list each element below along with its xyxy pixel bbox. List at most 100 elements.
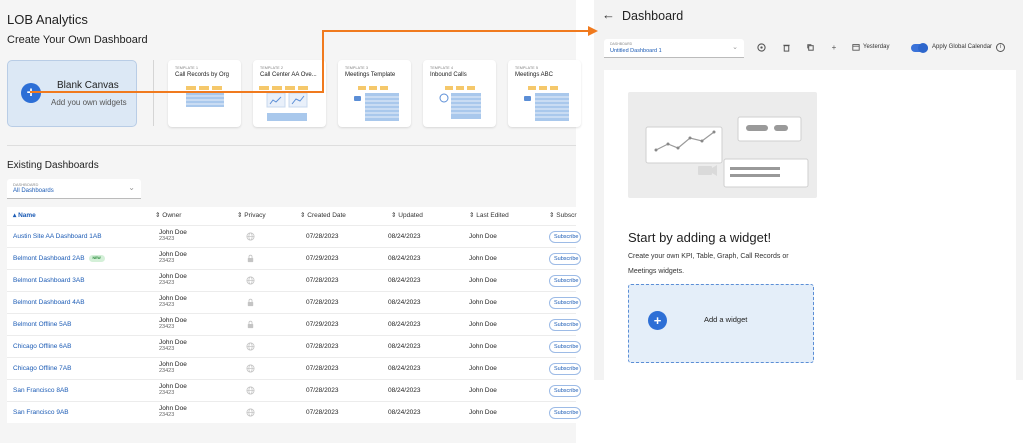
template-card[interactable]: TEMPLATE 3 Meetings Template (338, 60, 411, 127)
dashboard-select[interactable]: DASHBOARD Untitled Dashboard 1 ⌄ (604, 39, 744, 58)
help-icon[interactable]: i (996, 43, 1005, 52)
plus-icon: + (648, 311, 667, 330)
column-header[interactable]: ⇕ Updated (391, 207, 423, 225)
template-kicker: TEMPLATE 3 (345, 66, 369, 70)
template-card[interactable]: TEMPLATE 5 Meetings ABC (508, 60, 581, 127)
dashboard-name-link[interactable]: Chicago Offline 6AB (13, 336, 71, 358)
global-calendar-toggle[interactable] (911, 43, 928, 53)
dashboards-table: ▴ Name ⇕ Owner ⇕ Privacy ⇕ Created Date ⇕ Up… (7, 207, 581, 424)
palette-icon[interactable] (756, 43, 766, 53)
template-thumbnail (168, 84, 241, 127)
dashboard-name: Belmont Dashboard 2AB (13, 255, 85, 262)
globe-icon (246, 386, 255, 395)
table-row[interactable]: Belmont Offline 5AB John Doe 23423 07/29/20… (7, 313, 581, 336)
dashboard-name-link[interactable]: Belmont Dashboard 3AB (13, 270, 85, 292)
dashboard-name-link[interactable]: San Francisco 9AB (13, 402, 69, 424)
column-header[interactable]: ⇕ Privacy (237, 207, 266, 225)
owner-cell: John Doe 23423 (159, 380, 187, 402)
table-row[interactable]: Belmont Dashboard 3AB John Doe 23423 07/28/… (7, 269, 581, 292)
created-date: 07/28/2023 (306, 387, 339, 394)
last-edited-by: John Doe (469, 299, 497, 306)
owner-name: John Doe (159, 317, 187, 324)
dashboard-editor-panel: ← Dashboard DASHBOARD Untitled Dashboard… (594, 0, 1023, 380)
subscribe-button[interactable]: Subscribe (549, 385, 581, 397)
copy-icon[interactable] (805, 43, 815, 53)
subscribe-button[interactable]: Subscribe (549, 407, 581, 419)
dashboard-name-link[interactable]: Belmont Dashboard 2AB NEW (13, 248, 105, 270)
column-header[interactable]: ⇕ Owner (155, 207, 181, 225)
trash-icon[interactable] (781, 43, 791, 53)
dashboard-name-link[interactable]: San Francisco 8AB (13, 380, 69, 402)
subscribe-button[interactable]: Subscribe (549, 319, 581, 331)
globe-icon (246, 364, 255, 373)
updated-date: 08/24/2023 (388, 233, 421, 240)
dashboard-name-link[interactable]: Belmont Offline 5AB (13, 314, 71, 336)
template-card[interactable]: TEMPLATE 2 Call Center AA Ove... (253, 60, 326, 127)
last-edited-by: John Doe (469, 233, 497, 240)
created-date: 07/28/2023 (306, 409, 339, 416)
column-header[interactable]: ⇕ Subscr (549, 207, 577, 225)
globe-icon (246, 232, 255, 241)
updated-date: 08/24/2023 (388, 255, 421, 262)
owner-id: 23423 (159, 236, 175, 242)
date-range-button[interactable]: Yesterday (863, 44, 889, 50)
updated-date: 08/24/2023 (388, 387, 421, 394)
last-edited-by: John Doe (469, 277, 497, 284)
blank-canvas-card[interactable]: + Blank Canvas Add you own widgets (7, 60, 137, 127)
dashboard-filter-select[interactable]: DASHBOARD All Dashboards ⌄ (7, 179, 141, 199)
dashboard-name: San Francisco 9AB (13, 409, 69, 416)
owner-cell: John Doe 23423 (159, 248, 187, 270)
owner-id: 23423 (159, 346, 175, 352)
subscribe-button[interactable]: Subscribe (549, 275, 581, 287)
template-name: Meetings Template (345, 72, 396, 78)
owner-id: 23423 (159, 280, 175, 286)
table-row[interactable]: Austin Site AA Dashboard 1AB John Doe 2342… (7, 225, 581, 248)
subscribe-button[interactable]: Subscribe (549, 363, 581, 375)
subscribe-button[interactable]: Subscribe (549, 341, 581, 353)
column-header-label: Name (18, 212, 36, 219)
table-row[interactable]: Belmont Dashboard 4AB John Doe 23423 07/28/… (7, 291, 581, 314)
table-row[interactable]: Belmont Dashboard 2AB NEW John Doe 23423 07/… (7, 247, 581, 270)
plus-icon: + (21, 83, 41, 103)
dashboard-name: Chicago Offline 6AB (13, 343, 72, 350)
owner-id: 23423 (159, 368, 175, 374)
owner-id: 23423 (159, 324, 175, 330)
owner-cell: John Doe 23423 (159, 336, 187, 358)
subscribe-button[interactable]: Subscribe (549, 231, 581, 243)
template-card[interactable]: TEMPLATE 4 Inbound Calls (423, 60, 496, 127)
plus-icon[interactable]: + (829, 43, 839, 53)
table-row[interactable]: Chicago Offline 6AB John Doe 23423 07/28/20… (7, 335, 581, 358)
template-name: Call Records by Org (175, 72, 230, 78)
chevron-down-icon: ⌄ (128, 183, 135, 192)
table-row[interactable]: San Francisco 9AB John Doe 23423 07/28/2023… (7, 401, 581, 424)
sort-icon: ⇕ (155, 212, 161, 219)
sort-icon: ⇕ (237, 212, 243, 219)
add-widget-card[interactable]: + Add a widget (628, 284, 814, 363)
dashboard-name: Belmont Dashboard 3AB (13, 277, 85, 284)
template-kicker: TEMPLATE 1 (175, 66, 199, 70)
column-header-label: Owner (162, 212, 182, 219)
dashboard-name-link[interactable]: Austin Site AA Dashboard 1AB (13, 226, 102, 248)
column-header[interactable]: ⇕ Last Edited (469, 207, 509, 225)
dashboard-name-link[interactable]: Belmont Dashboard 4AB (13, 292, 85, 314)
template-card[interactable]: TEMPLATE 1 Call Records by Org (168, 60, 241, 127)
sort-icon: ⇕ (549, 212, 555, 219)
app-title: LOB Analytics (7, 12, 88, 27)
dashboard-name: Belmont Offline 5AB (13, 321, 72, 328)
table-row[interactable]: San Francisco 8AB John Doe 23423 07/28/2023… (7, 379, 581, 402)
empty-state-illustration (628, 92, 817, 198)
arrow-left-icon[interactable]: ← (602, 7, 615, 22)
dashboard-name-link[interactable]: Chicago Offline 7AB (13, 358, 71, 380)
select-value: Untitled Dashboard 1 (610, 48, 662, 54)
column-header-label: Last Edited (476, 212, 509, 219)
owner-cell: John Doe 23423 (159, 358, 187, 380)
column-header[interactable]: ▴ Name (13, 207, 36, 225)
created-date: 07/28/2023 (306, 277, 339, 284)
column-header[interactable]: ⇕ Created Date (300, 207, 346, 225)
subscribe-button[interactable]: Subscribe (549, 253, 581, 265)
owner-cell: John Doe 23423 (159, 270, 187, 292)
updated-date: 08/24/2023 (388, 343, 421, 350)
table-row[interactable]: Chicago Offline 7AB John Doe 23423 07/28/20… (7, 357, 581, 380)
updated-date: 08/24/2023 (388, 299, 421, 306)
subscribe-button[interactable]: Subscribe (549, 297, 581, 309)
